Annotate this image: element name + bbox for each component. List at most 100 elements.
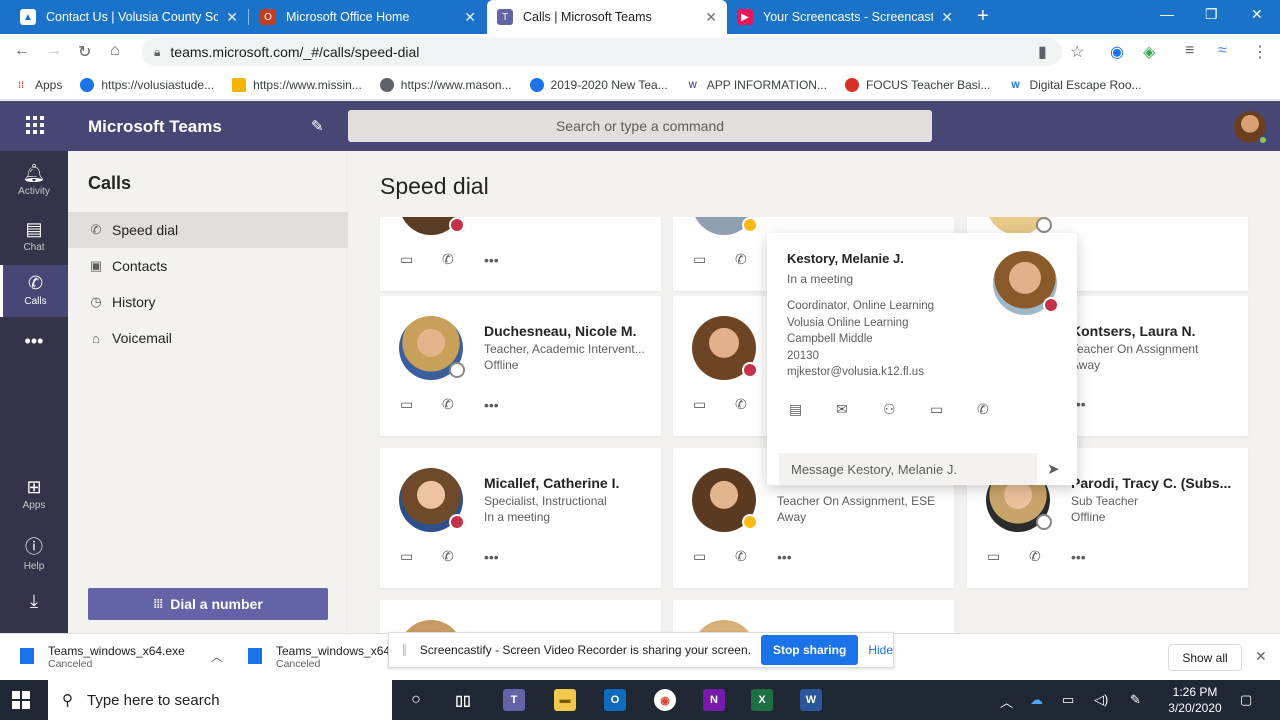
video-call-icon[interactable]: ▭ [400,396,442,413]
phone-icon[interactable]: ✆ [442,251,484,268]
browser-tab-teams[interactable]: T Calls | Microsoft Teams ✕ [487,0,727,34]
taskbar-search-input[interactable]: ⚲ Type here to search [48,680,392,720]
contact-card[interactable] [380,600,661,633]
show-all-button[interactable]: Show all [1168,644,1242,671]
cortana-icon[interactable]: ○ [405,689,427,711]
extension-icon[interactable]: ◉ [1110,42,1124,62]
phone-icon[interactable]: ✆ [1029,548,1071,565]
more-options-icon[interactable]: ••• [484,549,526,565]
chevron-up-icon[interactable]: ︿ [211,648,223,670]
nav-speed-dial[interactable]: ✆ Speed dial [68,212,348,248]
rail-item-calls[interactable]: ✆ Calls [0,265,68,317]
hide-button[interactable]: Hide [868,643,893,657]
pen-icon[interactable]: ✎ [1130,692,1141,708]
browser-tab-office[interactable]: O Microsoft Office Home ✕ [250,0,486,34]
phone-icon[interactable]: ✆ [442,396,484,413]
contact-card[interactable]: Duchesneau, Nicole M. Teacher, Academic … [380,296,661,436]
bookmark-apps[interactable]: ⁞⁞ Apps [14,78,62,92]
bookmark-item[interactable]: 2019-2020 New Tea... [529,77,668,92]
email-icon[interactable]: ✉ [836,401,883,418]
nav-voicemail[interactable]: ⌂ Voicemail [68,320,348,356]
rail-item-activity[interactable]: 🔔︎ Activity [0,155,68,207]
video-call-icon[interactable]: ▭ [693,548,735,565]
close-window-icon[interactable]: ✕ [1251,6,1263,23]
outlook-icon[interactable]: O [604,689,626,711]
download-item[interactable]: Teams_windows_x64.e Canceled [248,644,400,670]
video-call-icon[interactable]: ▭ [400,548,442,565]
tab-close-icon[interactable]: ✕ [705,9,717,26]
onenote-icon[interactable]: N [703,689,725,711]
reload-icon[interactable]: ↻ [78,42,91,62]
task-view-icon[interactable]: ▯▯ [452,689,474,711]
close-icon[interactable]: ✕ [1255,648,1267,665]
extension-icon[interactable]: ◈ [1143,42,1155,62]
camera-icon[interactable]: ▮ [1038,42,1047,62]
rail-item-help[interactable]: ⓘ Help [0,525,68,577]
excel-icon[interactable]: X [751,689,773,711]
video-call-icon[interactable]: ▭ [693,251,735,268]
contact-card[interactable]: ▭ ✆ ••• [380,217,661,291]
phone-icon[interactable]: ✆ [735,548,777,565]
windows-start-icon[interactable] [12,691,30,709]
video-call-icon[interactable]: ▭ [930,401,977,418]
stop-sharing-button[interactable]: Stop sharing [760,635,859,665]
battery-icon[interactable]: ▭ [1062,692,1074,708]
more-options-icon[interactable]: ••• [1071,549,1113,565]
video-call-icon[interactable]: ▭ [987,548,1029,565]
notifications-icon[interactable]: ▢ [1240,692,1252,708]
rail-item-apps[interactable]: ⊞ Apps [0,469,68,521]
more-options-icon[interactable]: ••• [1071,396,1113,412]
tab-close-icon[interactable]: ✕ [464,9,476,26]
bookmark-item[interactable]: https://www.missin... [232,77,362,92]
download-app-button[interactable]: ⤓ [0,581,68,623]
forward-arrow-icon[interactable]: → [46,42,62,60]
more-apps-button[interactable]: ••• [0,323,68,375]
search-input[interactable]: Search or type a command [348,110,932,142]
system-clock[interactable]: 1:26 PM 3/20/2020 [1160,684,1230,716]
more-options-icon[interactable]: ••• [484,397,526,413]
app-launcher-icon[interactable] [26,116,44,134]
chevron-up-icon[interactable]: ︿ [1000,692,1013,711]
menu-kebab-icon[interactable]: ⋮ [1252,42,1268,62]
org-chart-icon[interactable]: ⚇ [883,401,930,418]
bookmark-item[interactable]: W Digital Escape Roo... [1008,78,1141,92]
reading-list-icon[interactable]: ≡ [1185,42,1194,60]
send-icon[interactable]: ➤ [1047,460,1060,478]
chat-icon[interactable]: ▤ [789,401,836,418]
new-chat-icon[interactable]: ✎ [311,117,324,135]
rail-item-chat[interactable]: ▤ Chat [0,211,68,263]
home-icon[interactable]: ⌂ [110,42,120,60]
tab-close-icon[interactable]: ✕ [941,9,953,26]
more-options-icon[interactable]: ••• [484,252,526,268]
bookmark-item[interactable]: W APP INFORMATION... [686,78,826,92]
minimize-icon[interactable]: — [1160,6,1174,22]
nav-contacts[interactable]: ▣ Contacts [68,248,348,284]
more-options-icon[interactable]: ••• [777,549,819,565]
address-bar[interactable]: 🔒︎ teams.microsoft.com/_#/calls/speed-di… [142,38,1062,66]
back-arrow-icon[interactable]: ← [14,42,30,60]
extension-icon[interactable]: ≈ [1218,42,1227,60]
bookmark-item[interactable]: FOCUS Teacher Basi... [844,77,990,92]
bookmark-star-icon[interactable]: ☆ [1070,42,1084,62]
dial-a-number-button[interactable]: ⁞⁞⁞ Dial a number [88,588,328,620]
word-icon[interactable]: W [800,689,822,711]
nav-history[interactable]: ◷ History [68,284,348,320]
chrome-icon[interactable]: ◉ [654,689,676,711]
file-explorer-icon[interactable]: ▬ [554,689,576,711]
browser-tab-volusia[interactable]: ▲ Contact Us | Volusia County Scho ✕ [10,0,248,34]
video-call-icon[interactable]: ▭ [693,396,735,413]
volume-icon[interactable]: ◁) [1094,692,1108,708]
profile-email[interactable]: mjkestor@volusia.k12.fl.us [787,366,924,378]
onedrive-icon[interactable]: ☁ [1030,692,1043,708]
contact-card[interactable]: Micallef, Catherine I. Specialist, Instr… [380,448,661,588]
restore-icon[interactable]: ❐ [1205,6,1218,23]
phone-icon[interactable]: ✆ [977,401,1024,418]
browser-tab-screencastify[interactable]: ▶ Your Screencasts - Screencastify ✕ [727,0,963,34]
phone-icon[interactable]: ✆ [442,548,484,565]
bookmark-item[interactable]: https://volusiastude... [80,77,214,92]
video-call-icon[interactable]: ▭ [400,251,442,268]
avatar[interactable] [1234,111,1268,145]
bookmark-item[interactable]: https://www.mason... [379,77,512,92]
new-tab-button[interactable]: + [977,5,989,28]
message-input[interactable]: Message Kestory, Melanie J. [779,453,1037,485]
